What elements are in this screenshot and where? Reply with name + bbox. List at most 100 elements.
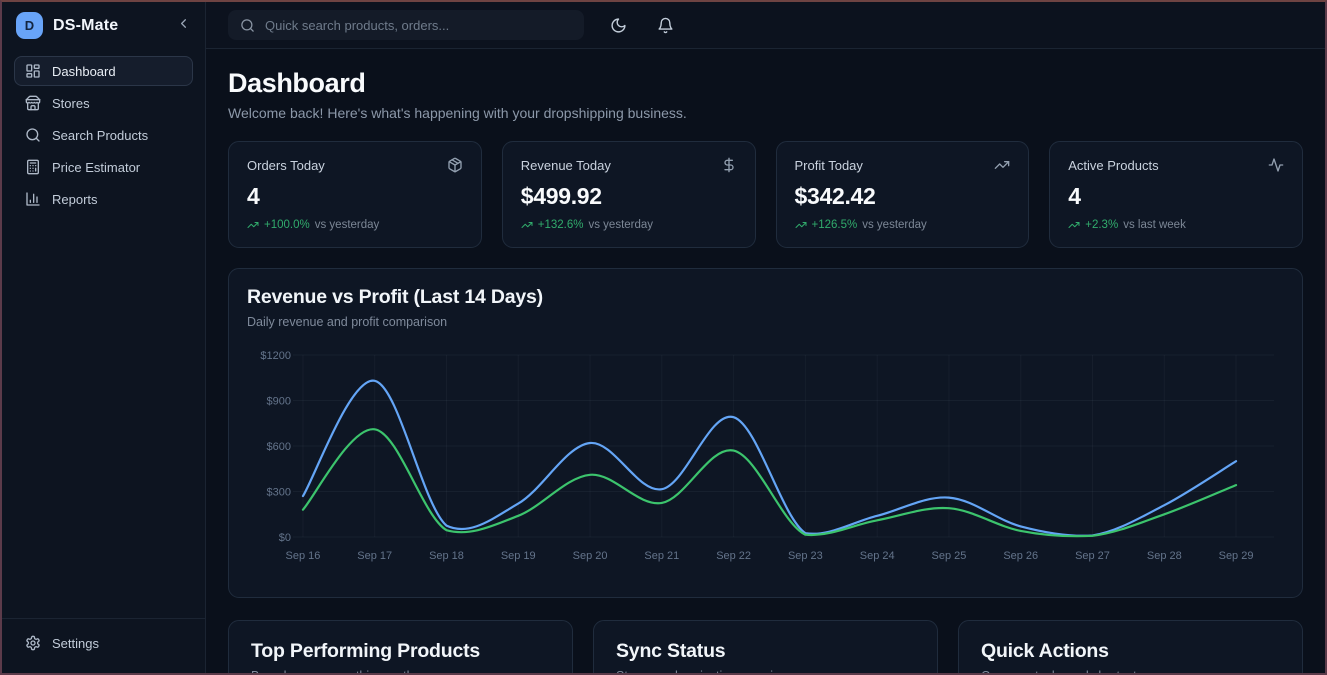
sidebar-header: D DS-Mate — [2, 2, 205, 49]
stat-card-orders-today: Orders Today 4 +100.0% vs yesterday — [228, 141, 482, 248]
bell-icon[interactable] — [657, 17, 674, 34]
bottom-cards: Top Performing Products Based on revenue… — [228, 620, 1303, 673]
bar-chart-icon — [25, 191, 41, 207]
sidebar-item-label: Dashboard — [52, 64, 116, 79]
sidebar-nav: Dashboard Stores Search Products Price E… — [2, 49, 205, 221]
x-tick-label: Sep 18 — [429, 550, 464, 562]
x-tick-label: Sep 21 — [644, 550, 679, 562]
x-tick-label: Sep 29 — [1219, 550, 1254, 562]
card-title: Top Performing Products — [251, 640, 550, 663]
sidebar-item-reports[interactable]: Reports — [14, 184, 193, 214]
sidebar: D DS-Mate Dashboard Stores — [2, 2, 206, 673]
search-icon — [240, 18, 255, 33]
stat-card-revenue-today: Revenue Today $499.92 +132.6% vs yesterd… — [502, 141, 756, 248]
x-tick-label: Sep 24 — [860, 550, 895, 562]
sidebar-item-label: Stores — [52, 96, 90, 111]
package-icon — [447, 157, 463, 173]
chevron-left-icon — [176, 16, 191, 36]
activity-icon — [1268, 157, 1284, 173]
global-search[interactable] — [228, 10, 584, 40]
card-subtitle: Based on revenue this month — [251, 669, 550, 673]
stat-card-profit-today: Profit Today $342.42 +126.5% vs yesterda… — [776, 141, 1030, 248]
y-tick-label: $0 — [279, 532, 291, 544]
stat-label: Revenue Today — [521, 158, 611, 173]
store-icon — [25, 95, 41, 111]
stats-grid: Orders Today 4 +100.0% vs yesterday — [228, 141, 1303, 248]
y-tick-label: $1200 — [260, 350, 291, 362]
stat-label: Active Products — [1068, 158, 1158, 173]
x-tick-label: Sep 27 — [1075, 550, 1110, 562]
trending-up-icon — [247, 219, 259, 231]
sidebar-item-price-estimator[interactable]: Price Estimator — [14, 152, 193, 182]
sidebar-item-dashboard[interactable]: Dashboard — [14, 56, 193, 86]
x-tick-label: Sep 26 — [1003, 550, 1038, 562]
x-tick-label: Sep 17 — [357, 550, 392, 562]
card-title: Quick Actions — [981, 640, 1280, 663]
trending-up-icon — [521, 219, 533, 231]
chart-title: Revenue vs Profit (Last 14 Days) — [247, 286, 1284, 309]
stat-card-active-products: Active Products 4 +2.3% vs last week — [1049, 141, 1303, 248]
stat-delta-note: vs yesterday — [588, 219, 653, 231]
search-input[interactable] — [265, 18, 572, 33]
moon-icon[interactable] — [610, 17, 627, 34]
stat-label: Profit Today — [795, 158, 863, 173]
calculator-icon — [25, 159, 41, 175]
app-logo: D — [16, 12, 43, 39]
top-performing-products-card: Top Performing Products Based on revenue… — [228, 620, 573, 673]
card-title: Sync Status — [616, 640, 915, 663]
revenue-profit-chart-card: Revenue vs Profit (Last 14 Days) Daily r… — [228, 268, 1303, 598]
card-subtitle: Common tasks and shortcuts — [981, 669, 1280, 673]
page-title: Dashboard — [228, 68, 1303, 99]
dollar-icon — [721, 157, 737, 173]
card-subtitle: Store synchronization overview — [616, 669, 915, 673]
sidebar-item-label: Settings — [52, 636, 99, 651]
revenue-profit-line-chart: $0 $300 $600 $900 $1200 Sep 16 Sep 17 Sep 18 Sep… — [247, 341, 1284, 583]
sidebar-item-label: Search Products — [52, 128, 148, 143]
y-tick-label: $600 — [267, 441, 291, 453]
sidebar-item-label: Price Estimator — [52, 160, 140, 175]
trending-up-icon — [795, 219, 807, 231]
quick-actions-card: Quick Actions Common tasks and shortcuts — [958, 620, 1303, 673]
dashboard-grid-icon — [25, 63, 41, 79]
stat-value: $342.42 — [795, 183, 1011, 210]
sidebar-collapse-button[interactable] — [176, 16, 191, 36]
stat-value: 4 — [247, 183, 463, 210]
y-tick-label: $300 — [267, 486, 291, 498]
search-icon — [25, 127, 41, 143]
x-tick-label: Sep 22 — [716, 550, 751, 562]
line-chart: $0 $300 $600 $900 $1200 Sep 16 Sep 17 Sep 18 Sep… — [247, 341, 1284, 583]
sidebar-footer: Settings — [2, 618, 205, 673]
sidebar-item-label: Reports — [52, 192, 98, 207]
stat-label: Orders Today — [247, 158, 325, 173]
page-content: Dashboard Welcome back! Here's what's ha… — [206, 49, 1325, 673]
stat-value: 4 — [1068, 183, 1284, 210]
page-subtitle: Welcome back! Here's what's happening wi… — [228, 105, 1303, 121]
topbar — [206, 2, 1325, 49]
trending-up-icon — [994, 157, 1010, 173]
stat-delta-note: vs yesterday — [315, 219, 380, 231]
app-window: D DS-Mate Dashboard Stores — [2, 2, 1325, 673]
y-tick-label: $900 — [267, 395, 291, 407]
x-tick-label: Sep 20 — [573, 550, 608, 562]
stat-delta-percent: +132.6% — [538, 219, 584, 231]
x-tick-label: Sep 16 — [286, 550, 321, 562]
stat-value: $499.92 — [521, 183, 737, 210]
stat-delta-percent: +100.0% — [264, 219, 310, 231]
stat-delta-note: vs last week — [1123, 219, 1186, 231]
gear-icon — [25, 635, 41, 651]
trending-up-icon — [1068, 219, 1080, 231]
chart-subtitle: Daily revenue and profit comparison — [247, 315, 1284, 329]
sidebar-item-search-products[interactable]: Search Products — [14, 120, 193, 150]
x-tick-label: Sep 23 — [788, 550, 823, 562]
main-area: Dashboard Welcome back! Here's what's ha… — [206, 2, 1325, 673]
revenue-line — [303, 381, 1236, 536]
brand-name: DS-Mate — [53, 17, 118, 35]
x-tick-label: Sep 19 — [501, 550, 536, 562]
sidebar-item-stores[interactable]: Stores — [14, 88, 193, 118]
sync-status-card: Sync Status Store synchronization overvi… — [593, 620, 938, 673]
stat-delta-note: vs yesterday — [862, 219, 927, 231]
x-tick-label: Sep 25 — [932, 550, 967, 562]
sidebar-item-settings[interactable]: Settings — [14, 628, 193, 658]
stat-delta-percent: +126.5% — [812, 219, 858, 231]
x-tick-label: Sep 28 — [1147, 550, 1182, 562]
